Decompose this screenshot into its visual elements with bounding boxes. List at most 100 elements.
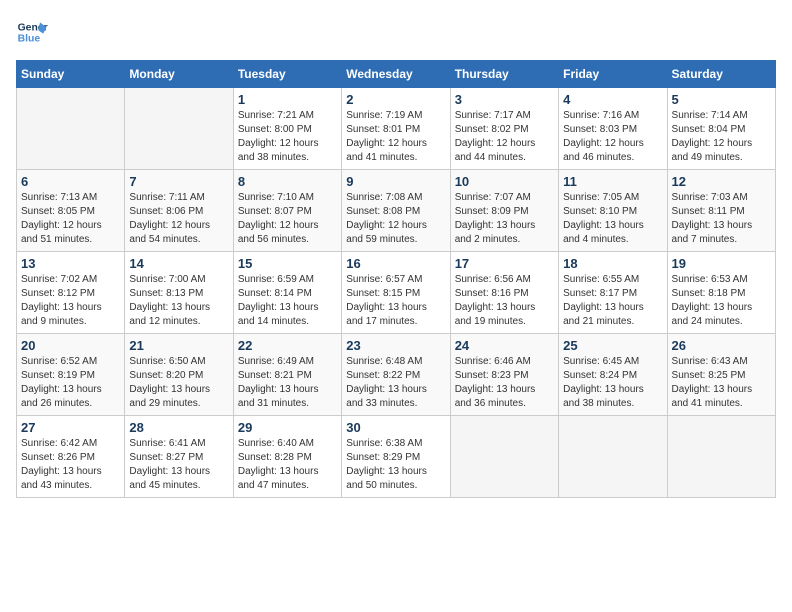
day-number: 2 xyxy=(346,92,445,107)
day-info: Sunrise: 6:57 AMSunset: 8:15 PMDaylight:… xyxy=(346,273,445,329)
day-number: 14 xyxy=(129,256,228,271)
calendar-cell: 15 Sunrise: 6:59 AMSunset: 8:14 PMDayligh… xyxy=(233,252,341,334)
calendar-cell: 28 Sunrise: 6:41 AMSunset: 8:27 PMDayligh… xyxy=(125,416,233,498)
day-info: Sunrise: 6:40 AMSunset: 8:28 PMDaylight:… xyxy=(238,437,337,493)
day-number: 22 xyxy=(238,338,337,353)
day-number: 25 xyxy=(563,338,662,353)
calendar-cell: 11 Sunrise: 7:05 AMSunset: 8:10 PMDayligh… xyxy=(559,170,667,252)
calendar-cell: 10 Sunrise: 7:07 AMSunset: 8:09 PMDayligh… xyxy=(450,170,558,252)
header-day-sunday: Sunday xyxy=(17,61,125,88)
day-number: 18 xyxy=(563,256,662,271)
calendar-cell: 3 Sunrise: 7:17 AMSunset: 8:02 PMDaylight… xyxy=(450,88,558,170)
day-number: 16 xyxy=(346,256,445,271)
header-day-thursday: Thursday xyxy=(450,61,558,88)
day-info: Sunrise: 6:48 AMSunset: 8:22 PMDaylight:… xyxy=(346,355,445,411)
header-day-friday: Friday xyxy=(559,61,667,88)
day-info: Sunrise: 7:11 AMSunset: 8:06 PMDaylight:… xyxy=(129,191,228,247)
day-number: 23 xyxy=(346,338,445,353)
calendar-cell: 29 Sunrise: 6:40 AMSunset: 8:28 PMDayligh… xyxy=(233,416,341,498)
day-info: Sunrise: 6:42 AMSunset: 8:26 PMDaylight:… xyxy=(21,437,120,493)
day-info: Sunrise: 7:03 AMSunset: 8:11 PMDaylight:… xyxy=(672,191,771,247)
day-number: 6 xyxy=(21,174,120,189)
day-number: 19 xyxy=(672,256,771,271)
calendar-cell: 14 Sunrise: 7:00 AMSunset: 8:13 PMDayligh… xyxy=(125,252,233,334)
header-day-tuesday: Tuesday xyxy=(233,61,341,88)
day-number: 28 xyxy=(129,420,228,435)
day-info: Sunrise: 7:07 AMSunset: 8:09 PMDaylight:… xyxy=(455,191,554,247)
calendar-cell xyxy=(450,416,558,498)
header-day-monday: Monday xyxy=(125,61,233,88)
header-row: SundayMondayTuesdayWednesdayThursdayFrid… xyxy=(17,61,776,88)
day-info: Sunrise: 7:00 AMSunset: 8:13 PMDaylight:… xyxy=(129,273,228,329)
week-row-5: 27 Sunrise: 6:42 AMSunset: 8:26 PMDayligh… xyxy=(17,416,776,498)
day-number: 10 xyxy=(455,174,554,189)
day-number: 4 xyxy=(563,92,662,107)
calendar-cell: 7 Sunrise: 7:11 AMSunset: 8:06 PMDaylight… xyxy=(125,170,233,252)
calendar-table: SundayMondayTuesdayWednesdayThursdayFrid… xyxy=(16,60,776,498)
week-row-1: 1 Sunrise: 7:21 AMSunset: 8:00 PMDaylight… xyxy=(17,88,776,170)
day-info: Sunrise: 7:13 AMSunset: 8:05 PMDaylight:… xyxy=(21,191,120,247)
calendar-cell xyxy=(559,416,667,498)
week-row-3: 13Sunrise: 7:02 AMSunset: 8:12 PMDayligh… xyxy=(17,252,776,334)
calendar-cell: 16 Sunrise: 6:57 AMSunset: 8:15 PMDayligh… xyxy=(342,252,450,334)
calendar-cell: 6 Sunrise: 7:13 AMSunset: 8:05 PMDaylight… xyxy=(17,170,125,252)
day-number: 30 xyxy=(346,420,445,435)
calendar-cell xyxy=(17,88,125,170)
day-info: Sunrise: 7:19 AMSunset: 8:01 PMDaylight:… xyxy=(346,109,445,165)
day-number: 29 xyxy=(238,420,337,435)
calendar-cell: 4 Sunrise: 7:16 AMSunset: 8:03 PMDaylight… xyxy=(559,88,667,170)
day-info: Sunrise: 6:49 AMSunset: 8:21 PMDaylight:… xyxy=(238,355,337,411)
day-info: Sunrise: 7:10 AMSunset: 8:07 PMDaylight:… xyxy=(238,191,337,247)
day-number: 9 xyxy=(346,174,445,189)
day-info: Sunrise: 6:52 AMSunset: 8:19 PMDaylight:… xyxy=(21,355,120,411)
calendar-body: 1 Sunrise: 7:21 AMSunset: 8:00 PMDaylight… xyxy=(17,88,776,498)
day-info: Sunrise: 6:41 AMSunset: 8:27 PMDaylight:… xyxy=(129,437,228,493)
logo-icon: General Blue xyxy=(16,16,48,48)
day-number: 8 xyxy=(238,174,337,189)
page-header: General Blue xyxy=(16,16,776,48)
day-info: Sunrise: 6:50 AMSunset: 8:20 PMDaylight:… xyxy=(129,355,228,411)
calendar-cell: 2 Sunrise: 7:19 AMSunset: 8:01 PMDaylight… xyxy=(342,88,450,170)
day-number: 15 xyxy=(238,256,337,271)
calendar-cell: 13Sunrise: 7:02 AMSunset: 8:12 PMDayligh… xyxy=(17,252,125,334)
day-info: Sunrise: 6:53 AMSunset: 8:18 PMDaylight:… xyxy=(672,273,771,329)
day-number: 11 xyxy=(563,174,662,189)
day-number: 7 xyxy=(129,174,228,189)
day-number: 13 xyxy=(21,256,120,271)
calendar-cell: 1 Sunrise: 7:21 AMSunset: 8:00 PMDaylight… xyxy=(233,88,341,170)
logo: General Blue xyxy=(16,16,52,48)
day-number: 12 xyxy=(672,174,771,189)
day-number: 26 xyxy=(672,338,771,353)
calendar-cell: 18Sunrise: 6:55 AMSunset: 8:17 PMDayligh… xyxy=(559,252,667,334)
day-number: 5 xyxy=(672,92,771,107)
day-number: 20 xyxy=(21,338,120,353)
calendar-cell: 5 Sunrise: 7:14 AMSunset: 8:04 PMDaylight… xyxy=(667,88,775,170)
calendar-header: SundayMondayTuesdayWednesdayThursdayFrid… xyxy=(17,61,776,88)
calendar-cell: 9 Sunrise: 7:08 AMSunset: 8:08 PMDaylight… xyxy=(342,170,450,252)
day-info: Sunrise: 7:17 AMSunset: 8:02 PMDaylight:… xyxy=(455,109,554,165)
day-info: Sunrise: 7:14 AMSunset: 8:04 PMDaylight:… xyxy=(672,109,771,165)
svg-text:Blue: Blue xyxy=(18,34,41,45)
day-info: Sunrise: 6:56 AMSunset: 8:16 PMDaylight:… xyxy=(455,273,554,329)
calendar-cell: 23 Sunrise: 6:48 AMSunset: 8:22 PMDayligh… xyxy=(342,334,450,416)
calendar-cell: 20 Sunrise: 6:52 AMSunset: 8:19 PMDayligh… xyxy=(17,334,125,416)
day-info: Sunrise: 7:16 AMSunset: 8:03 PMDaylight:… xyxy=(563,109,662,165)
day-number: 17 xyxy=(455,256,554,271)
day-number: 3 xyxy=(455,92,554,107)
calendar-cell: 24Sunrise: 6:46 AMSunset: 8:23 PMDayligh… xyxy=(450,334,558,416)
calendar-cell: 26 Sunrise: 6:43 AMSunset: 8:25 PMDayligh… xyxy=(667,334,775,416)
calendar-cell: 27 Sunrise: 6:42 AMSunset: 8:26 PMDayligh… xyxy=(17,416,125,498)
calendar-cell: 22 Sunrise: 6:49 AMSunset: 8:21 PMDayligh… xyxy=(233,334,341,416)
calendar-cell: 8 Sunrise: 7:10 AMSunset: 8:07 PMDaylight… xyxy=(233,170,341,252)
day-info: Sunrise: 7:05 AMSunset: 8:10 PMDaylight:… xyxy=(563,191,662,247)
calendar-cell: 17 Sunrise: 6:56 AMSunset: 8:16 PMDayligh… xyxy=(450,252,558,334)
day-number: 27 xyxy=(21,420,120,435)
day-info: Sunrise: 6:59 AMSunset: 8:14 PMDaylight:… xyxy=(238,273,337,329)
day-info: Sunrise: 7:21 AMSunset: 8:00 PMDaylight:… xyxy=(238,109,337,165)
day-info: Sunrise: 7:08 AMSunset: 8:08 PMDaylight:… xyxy=(346,191,445,247)
week-row-2: 6 Sunrise: 7:13 AMSunset: 8:05 PMDaylight… xyxy=(17,170,776,252)
day-number: 1 xyxy=(238,92,337,107)
day-info: Sunrise: 6:43 AMSunset: 8:25 PMDaylight:… xyxy=(672,355,771,411)
calendar-cell xyxy=(667,416,775,498)
day-number: 21 xyxy=(129,338,228,353)
